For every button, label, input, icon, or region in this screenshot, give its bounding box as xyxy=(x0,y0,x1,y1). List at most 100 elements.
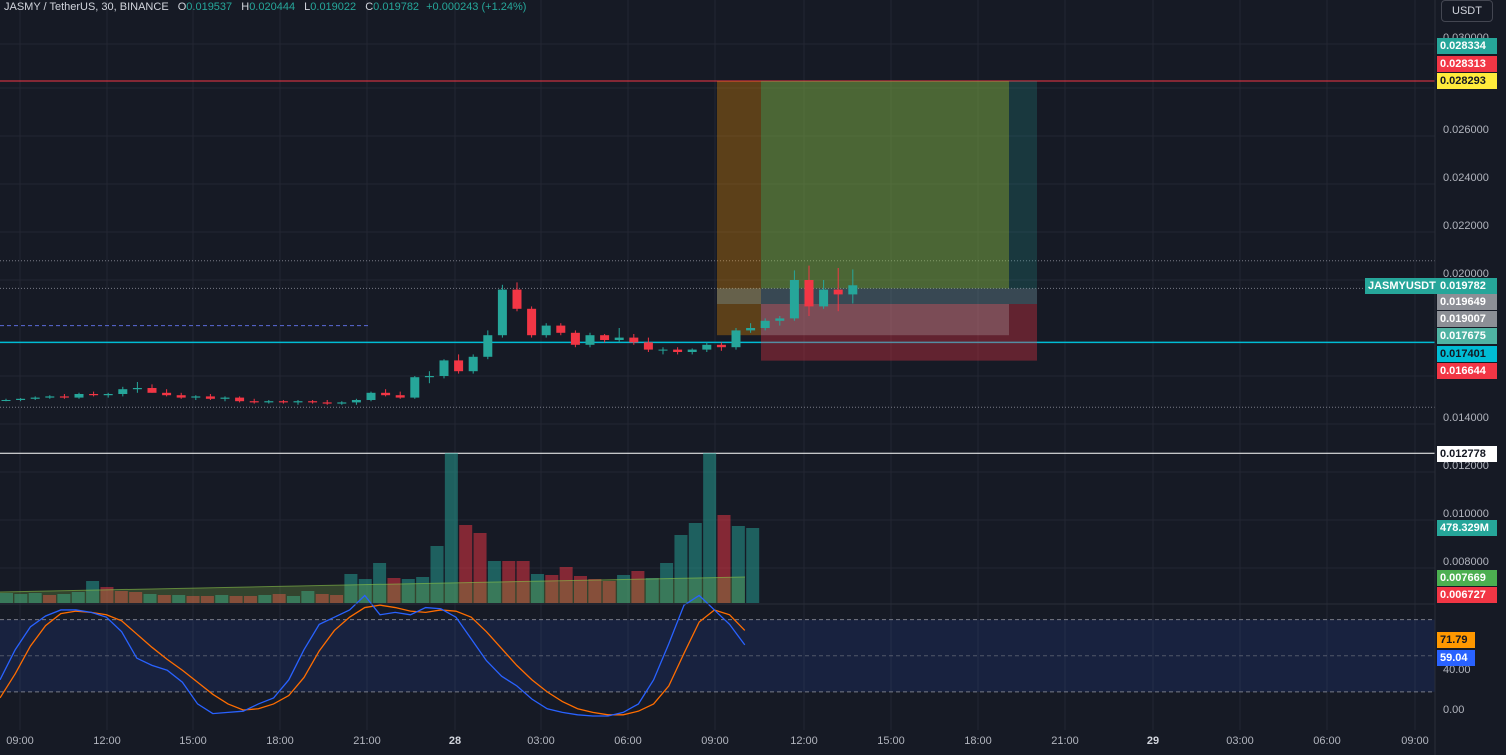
candle-body xyxy=(351,400,361,403)
price-tag: 0.028334 xyxy=(1437,38,1497,54)
chart-canvas[interactable] xyxy=(0,0,1506,755)
candle-body xyxy=(103,394,113,396)
candle-body xyxy=(45,396,55,398)
candle-body xyxy=(746,328,756,331)
candle-body xyxy=(278,401,288,403)
candle-body xyxy=(162,392,172,396)
candle-body xyxy=(410,377,420,398)
candle-body xyxy=(366,392,376,400)
price-tick: 0.022000 xyxy=(1443,220,1489,232)
candle-body xyxy=(118,389,128,394)
price-tag: 0.017675 xyxy=(1437,328,1497,344)
currency-unit-button[interactable]: USDT xyxy=(1441,0,1493,22)
time-tick: 21:00 xyxy=(353,735,381,747)
candle-body xyxy=(205,396,215,399)
candle-body xyxy=(760,320,770,328)
candle-body xyxy=(220,397,230,399)
candle-body xyxy=(264,401,274,403)
time-tick: 21:00 xyxy=(1051,735,1079,747)
time-tick: 18:00 xyxy=(266,735,294,747)
time-tick: 15:00 xyxy=(179,735,207,747)
candle-body xyxy=(30,397,40,399)
time-tick: 15:00 xyxy=(877,735,905,747)
candle-body xyxy=(322,402,332,404)
time-tick: 12:00 xyxy=(93,735,121,747)
candle-body xyxy=(176,395,186,398)
candle-body xyxy=(468,356,478,372)
price-tick: 0.008000 xyxy=(1443,556,1489,568)
close-value: 0.019782 xyxy=(373,1,420,13)
candle-body xyxy=(833,289,843,295)
price-tag: 0.012778 xyxy=(1437,446,1497,462)
price-tag: 478.329M xyxy=(1437,520,1497,536)
time-tick: 03:00 xyxy=(527,735,555,747)
price-tick: 0.014000 xyxy=(1443,412,1489,424)
candle-body xyxy=(804,280,814,307)
price-tag: 0.019007 xyxy=(1437,311,1497,327)
candle-body xyxy=(614,337,624,340)
price-tag: 0.006727 xyxy=(1437,587,1497,603)
candle-body xyxy=(439,360,449,376)
entry-band xyxy=(717,288,1037,304)
candle-body xyxy=(424,376,434,378)
candle-body xyxy=(308,401,318,403)
stoch-value-tag: 71.79 xyxy=(1437,632,1475,648)
price-tag: 0.028293 xyxy=(1437,73,1497,89)
time-tick: 06:00 xyxy=(1313,735,1341,747)
candle-body xyxy=(556,325,566,333)
candle-body xyxy=(147,388,157,393)
candle-body xyxy=(848,285,858,295)
time-tick: 28 xyxy=(448,735,462,747)
time-tick: 09:00 xyxy=(701,735,729,747)
candle-body xyxy=(235,397,245,402)
candle-body xyxy=(673,349,683,352)
price-tick: 0.010000 xyxy=(1443,508,1489,520)
target-zone xyxy=(761,81,1009,289)
candle-body xyxy=(74,394,84,398)
candle-body xyxy=(395,395,405,398)
time-tick: 06:00 xyxy=(614,735,642,747)
time-tick: 09:00 xyxy=(1401,735,1429,747)
candle-body xyxy=(775,318,785,321)
candle-body xyxy=(716,344,726,348)
price-tag: 0.016644 xyxy=(1437,363,1497,379)
high-value: 0.020444 xyxy=(249,1,296,13)
candle-body xyxy=(643,342,653,350)
candle-body xyxy=(512,289,522,309)
time-tick: 18:00 xyxy=(964,735,992,747)
volume-histogram xyxy=(0,453,760,603)
candle-body xyxy=(483,335,493,357)
candle-body xyxy=(337,402,347,404)
volume-bar xyxy=(444,453,458,603)
candle-body xyxy=(687,349,697,352)
stoch-value-tag: 59.04 xyxy=(1437,650,1475,666)
candle-body xyxy=(249,401,259,403)
candle-body xyxy=(1,400,11,401)
ohlc-legend: JASMY / TetherUS, 30, BINANCE O0.019537 … xyxy=(4,0,526,14)
price-tag: 0.019649 xyxy=(1437,294,1497,310)
candle-body xyxy=(497,289,507,336)
volume-bar xyxy=(746,528,760,603)
price-tag: 0.007669 xyxy=(1437,570,1497,586)
candle-body xyxy=(16,398,26,400)
symbol-price-tag: JASMYUSDT xyxy=(1365,278,1439,294)
time-tick: 03:00 xyxy=(1226,735,1254,747)
price-tick: 0.024000 xyxy=(1443,172,1489,184)
symbol-title[interactable]: JASMY / TetherUS, 30, BINANCE xyxy=(4,1,169,13)
candle-body xyxy=(454,360,464,372)
target-zone-tail xyxy=(1009,81,1037,289)
candle-body xyxy=(191,396,201,398)
open-value: 0.019537 xyxy=(186,1,233,13)
time-tick: 29 xyxy=(1146,735,1160,747)
stoch-tick: 0.00 xyxy=(1443,704,1465,716)
candle-body xyxy=(702,344,712,350)
candle-body xyxy=(570,332,580,345)
candle-body xyxy=(89,394,99,396)
candle-body xyxy=(585,335,595,345)
time-tick: 09:00 xyxy=(6,735,34,747)
candle-body xyxy=(789,280,799,319)
price-tick: 0.026000 xyxy=(1443,124,1489,136)
candle-body xyxy=(541,325,551,336)
time-tick: 12:00 xyxy=(790,735,818,747)
open-label: O xyxy=(177,1,187,13)
